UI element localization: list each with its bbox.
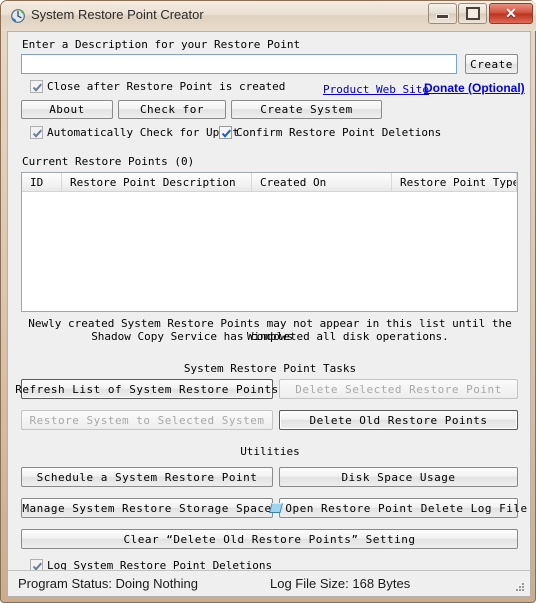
maximize-button[interactable] [458, 3, 487, 24]
restore-points-listview[interactable]: ID Restore Point Description Created On … [21, 172, 518, 312]
description-label: Enter a Description for your Restore Poi… [22, 38, 301, 51]
open-delete-log-file-button[interactable]: Open Restore Point Delete Log File [269, 498, 527, 518]
listview-notice-line2: Shadow Copy Service has completed all di… [91, 330, 449, 343]
about-button[interactable]: About [21, 100, 113, 119]
checkbox-indicator [30, 126, 43, 139]
close-icon: ✕ [505, 5, 517, 21]
application-window: System Restore Point Creator ✕ Enter a D… [0, 0, 536, 603]
column-header-description[interactable]: Restore Point Description [62, 173, 252, 191]
log-file-icon [269, 502, 284, 514]
checkbox-automatically-check-updates[interactable]: Automatically Check for Updat [30, 126, 239, 139]
tasks-heading: System Restore Point Tasks [183, 362, 357, 375]
product-web-site-link[interactable]: Product Web Site [323, 83, 429, 96]
checkbox-label: Confirm Restore Point Deletions [236, 126, 442, 139]
column-header-id[interactable]: ID [22, 173, 62, 191]
checkbox-confirm-restore-point-deletions[interactable]: Confirm Restore Point Deletions [219, 126, 441, 139]
checkbox-label: Automatically Check for Updat [47, 126, 240, 139]
maximize-icon [459, 4, 486, 23]
create-button[interactable]: Create [465, 54, 518, 74]
restore-clock-icon [10, 8, 26, 24]
checkbox-close-after-create[interactable]: Close after Restore Point is created [30, 80, 285, 93]
delete-old-restore-points-button[interactable]: Delete Old Restore Points [279, 410, 518, 430]
schedule-restore-point-button[interactable]: Schedule a System Restore Point [21, 467, 273, 487]
resize-grip[interactable] [514, 581, 526, 593]
program-status-text: Program Status: Doing Nothing [18, 576, 198, 591]
donate-link[interactable]: Donate (Optional) [424, 81, 525, 95]
window-title: System Restore Point Creator [31, 7, 204, 22]
client-area: Enter a Description for your Restore Poi… [7, 31, 531, 597]
manage-storage-space-button[interactable]: Manage System Restore Storage Space [21, 498, 273, 518]
delete-selected-restore-point-button: Delete Selected Restore Point [279, 379, 518, 399]
check-for-updates-button[interactable]: Check for [118, 100, 226, 119]
column-header-type[interactable]: Restore Point Type [392, 173, 517, 191]
open-delete-log-file-label: Open Restore Point Delete Log File [285, 501, 528, 515]
listview-body[interactable] [22, 192, 517, 311]
close-button[interactable]: ✕ [489, 3, 533, 24]
title-bar[interactable]: System Restore Point Creator ✕ [1, 1, 536, 31]
column-header-created-on[interactable]: Created On [252, 173, 392, 191]
utilities-heading: Utilities [240, 445, 300, 458]
create-system-button[interactable]: Create System [231, 100, 382, 119]
minimize-button[interactable] [428, 3, 457, 24]
restore-system-button: Restore System to Selected System [21, 410, 273, 430]
listview-header-row: ID Restore Point Description Created On … [22, 173, 517, 192]
checkbox-indicator [219, 126, 232, 139]
restore-point-description-input[interactable] [21, 54, 457, 74]
minimize-icon [429, 4, 456, 23]
current-restore-points-caption: Current Restore Points (0) [22, 155, 195, 168]
disk-space-usage-button[interactable]: Disk Space Usage [279, 467, 518, 487]
log-file-size-text: Log File Size: 168 Bytes [270, 576, 411, 591]
clear-delete-old-setting-button[interactable]: Clear “Delete Old Restore Points” Settin… [21, 529, 518, 549]
checkbox-indicator [30, 80, 43, 93]
checkbox-label: Close after Restore Point is created [47, 80, 286, 93]
refresh-list-button[interactable]: Refresh List of System Restore Points [15, 379, 278, 399]
status-bar: Program Status: Doing Nothing Log File S… [8, 570, 530, 596]
